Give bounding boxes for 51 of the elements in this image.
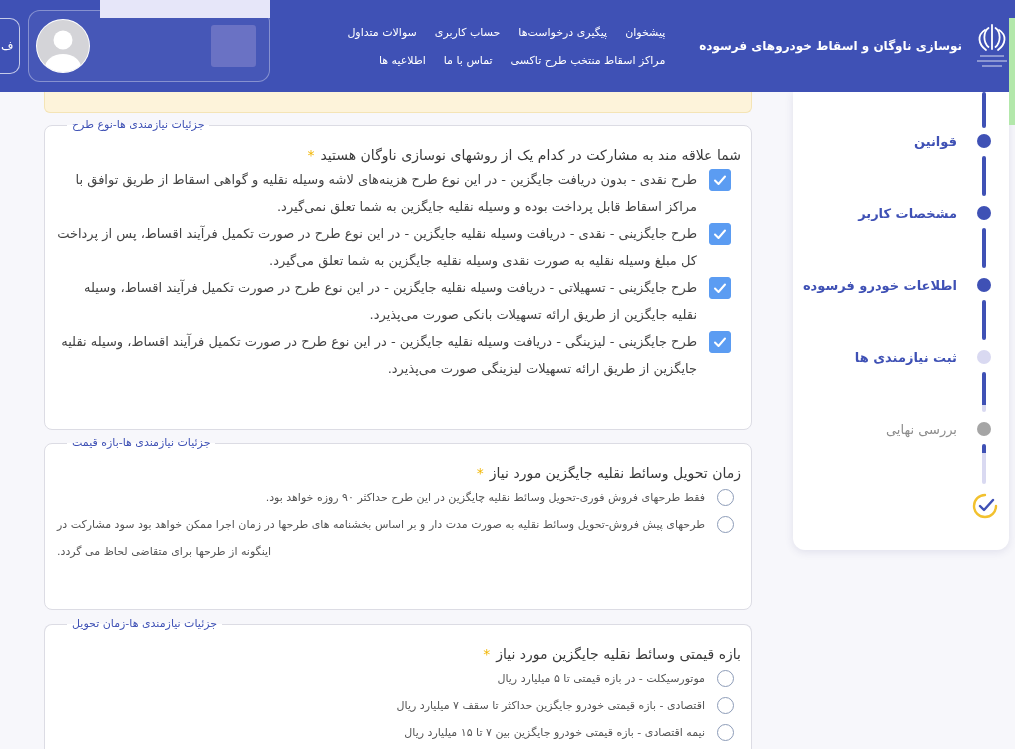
nav-link[interactable]: پیگیری درخواست‌ها [518, 25, 608, 39]
nav-link[interactable]: حساب کاربری [434, 25, 501, 39]
question-label: بازه قیمتی وسائط نقلیه جایگزین مورد نیاز [496, 646, 741, 662]
step-connector [982, 444, 986, 484]
option-text: طرح جایگزینی - نقدی - دریافت وسیله نقلیه جایگزین - در این نوع طرح در صورت تکمیل فرآیند اقساط، پس از پرداخت کل مبلغ وسیله نقلیه به صورت نقدی وسیله نقلیه جایگزین به شما تعلق می‌گیرد. [57, 224, 697, 271]
option-text: طرح جایگزینی - لیزینگی - دریافت وسیله نقلیه جایگزین - در این نوع طرح در صورت تکمیل فرآیند اقساط، وسیله نقلیه جایگزین از طریق ارائه تسهیلات لیزینگی صورت می‌پذیرد. [60, 332, 697, 379]
step-connector [982, 372, 986, 412]
question-label: شما علاقه مند به مشارکت در کدام یک از روشهای نوسازی ناوگان هستید [320, 147, 741, 163]
option-text: فقط طرحهای فروش فوری-تحویل وسائط نقلیه چایگزین در این طرح حداکثر ۹۰ روزه خواهد بود. [265, 490, 705, 506]
step-connector [982, 300, 986, 340]
blurred-block [211, 25, 256, 67]
edge-button[interactable]: ف [0, 18, 20, 74]
option-text: اقتصادی - بازه قیمتی خودرو جایگزین حداکثر تا سقف ۷ میلیارد ریال [396, 698, 705, 714]
step-label: قوانین [914, 133, 957, 149]
user-card[interactable] [28, 10, 270, 82]
option-text: طرح جایگزینی - تسهیلاتی - دریافت وسیله نقلیه جایگزین - در این نوع طرح در صورت تکمیل فرآیند اقساط، وسیله نقلیه جایگزین از طریق ارائه تسهیلات بانکی صورت می‌پذیرد. [83, 278, 697, 325]
nav-link[interactable]: پیشخوان [625, 25, 666, 39]
section-legend: جزئیات نیازمندی ها-زمان تحویل [67, 617, 223, 631]
section-legend: جزئیات نیازمندی ها-نوع طرح [67, 118, 210, 132]
step-label: اطلاعات خودرو فرسوده [802, 277, 957, 293]
checkbox[interactable] [709, 330, 731, 353]
section-legend: جزئیات نیازمندی ها-بازه قیمت [67, 436, 216, 450]
checkbox[interactable] [709, 276, 731, 299]
radio-button[interactable] [717, 489, 734, 506]
check-circle-icon [972, 493, 998, 519]
option-text: طرح نقدی - بدون دریافت جایگزین - در این نوع طرح هزینه‌های لاشه وسیله نقلیه و گواهی اسقاط از طریق توافق با مراکز اسقاط قابل پرداخت بوده و وسیله نقلیه جایگزین به شما تعلق نمی‌گیرد. [74, 171, 697, 217]
required-mark: * [307, 147, 315, 163]
avatar-icon [35, 18, 91, 74]
step-label: بررسی نهایی [886, 421, 957, 437]
site-title: نوسازی ناوگان و اسقاط خودروهای فرسوده [699, 39, 962, 53]
option-text: نیمه اقتصادی - بازه قیمتی خودرو جایگزین بین ۷ تا ۱۵ میلیارد ریال [404, 725, 705, 741]
radio-button[interactable] [717, 724, 734, 741]
nav-link[interactable]: تماس با ما [443, 53, 493, 67]
radio-button[interactable] [717, 670, 734, 687]
step-label: ثبت نیازمندی ها [854, 349, 957, 365]
checkbox[interactable] [709, 222, 731, 245]
required-mark: * [476, 465, 484, 481]
nav-link[interactable]: سوالات متداول [347, 25, 417, 39]
emblem-icon [974, 22, 1010, 70]
question-label: زمان تحویل وسائط نقلیه جایگزین مورد نیاز [489, 465, 741, 481]
nav-link[interactable]: مراکز اسقاط منتخب طرح تاکسی [510, 53, 666, 67]
checkbox[interactable] [709, 168, 731, 191]
step-connector [982, 156, 986, 196]
nav-link[interactable]: اطلاعیه ها [378, 53, 426, 67]
radio-button[interactable] [717, 697, 734, 714]
required-mark: * [483, 646, 491, 662]
option-text: موتورسیکلت - در بازه قیمتی تا ۵ میلیارد ریال [497, 671, 705, 687]
step-label: مشخصات کاربر [858, 205, 957, 221]
radio-button[interactable] [717, 516, 734, 533]
option-text: طرحهای پیش فروش-تحویل وسائط نقلیه به صورت مدت دار و بر اساس بخشنامه های طرحها در زمان اجرا ممکن خواهد بود سود مشارکت در اینگونه از طرحها برای متقاضی لحاظ می گردد. [57, 517, 705, 560]
step-connector [982, 228, 986, 268]
